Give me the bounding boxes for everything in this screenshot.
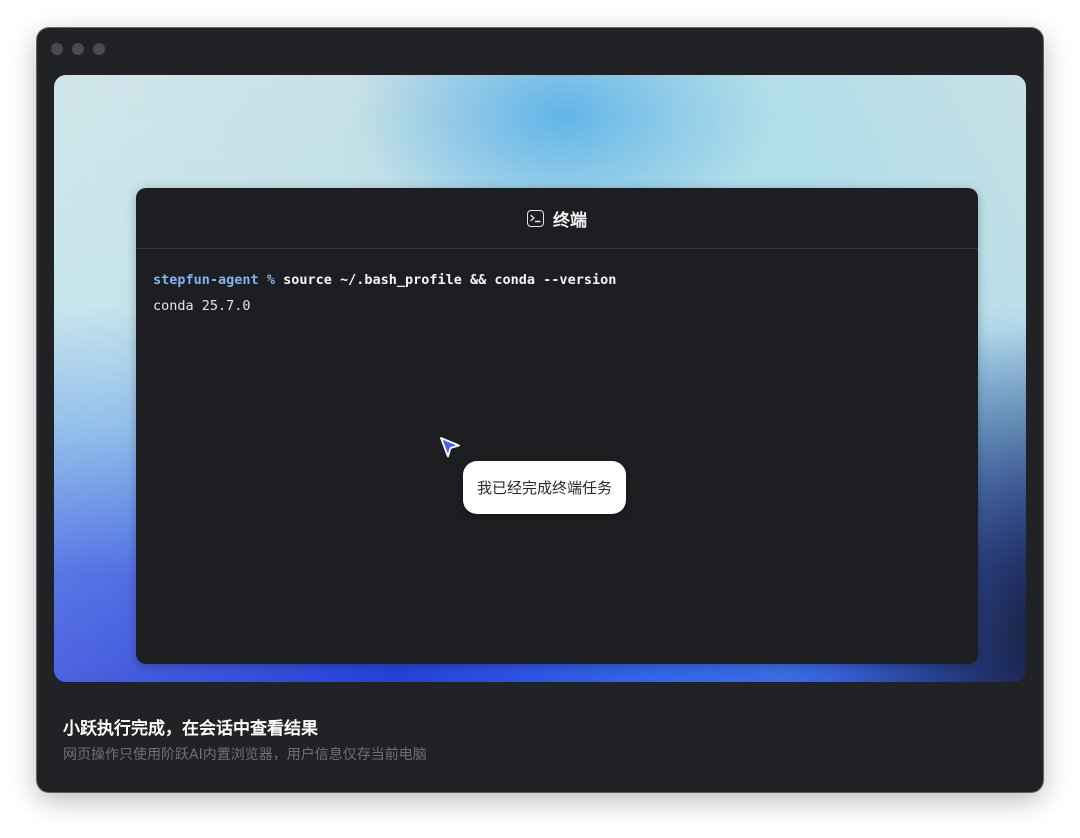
- terminal-window[interactable]: 终端 stepfun-agent % source ~/.bash_profil…: [136, 188, 978, 664]
- pointer-cursor-icon: [438, 436, 462, 464]
- gradient-stage: 终端 stepfun-agent % source ~/.bash_profil…: [54, 75, 1026, 682]
- status-title: 小跃执行完成，在会话中查看结果: [63, 719, 318, 739]
- status-subtitle: 网页操作只使用阶跃AI内置浏览器，用户信息仅存当前电脑: [63, 747, 427, 763]
- terminal-title: 终端: [553, 210, 587, 231]
- terminal-icon: [527, 209, 544, 227]
- app-window: 终端 stepfun-agent % source ~/.bash_profil…: [37, 28, 1043, 792]
- terminal-header: 终端: [136, 188, 978, 249]
- minimize-button[interactable]: [72, 43, 84, 55]
- prompt-user: stepfun-agent: [153, 272, 259, 288]
- command-output: conda 25.7.0: [153, 298, 251, 314]
- agent-message-bubble: 我已经完成终端任务: [463, 461, 627, 514]
- window-controls: [51, 43, 105, 55]
- agent-message-text: 我已经完成终端任务: [477, 479, 613, 497]
- terminal-output[interactable]: stepfun-agent % source ~/.bash_profile &…: [136, 249, 978, 337]
- maximize-button[interactable]: [93, 43, 105, 55]
- terminal-command-line: stepfun-agent % source ~/.bash_profile &…: [153, 267, 961, 293]
- command-text: source ~/.bash_profile && conda --versio…: [283, 272, 617, 288]
- close-button[interactable]: [51, 43, 63, 55]
- prompt-symbol: %: [266, 272, 275, 288]
